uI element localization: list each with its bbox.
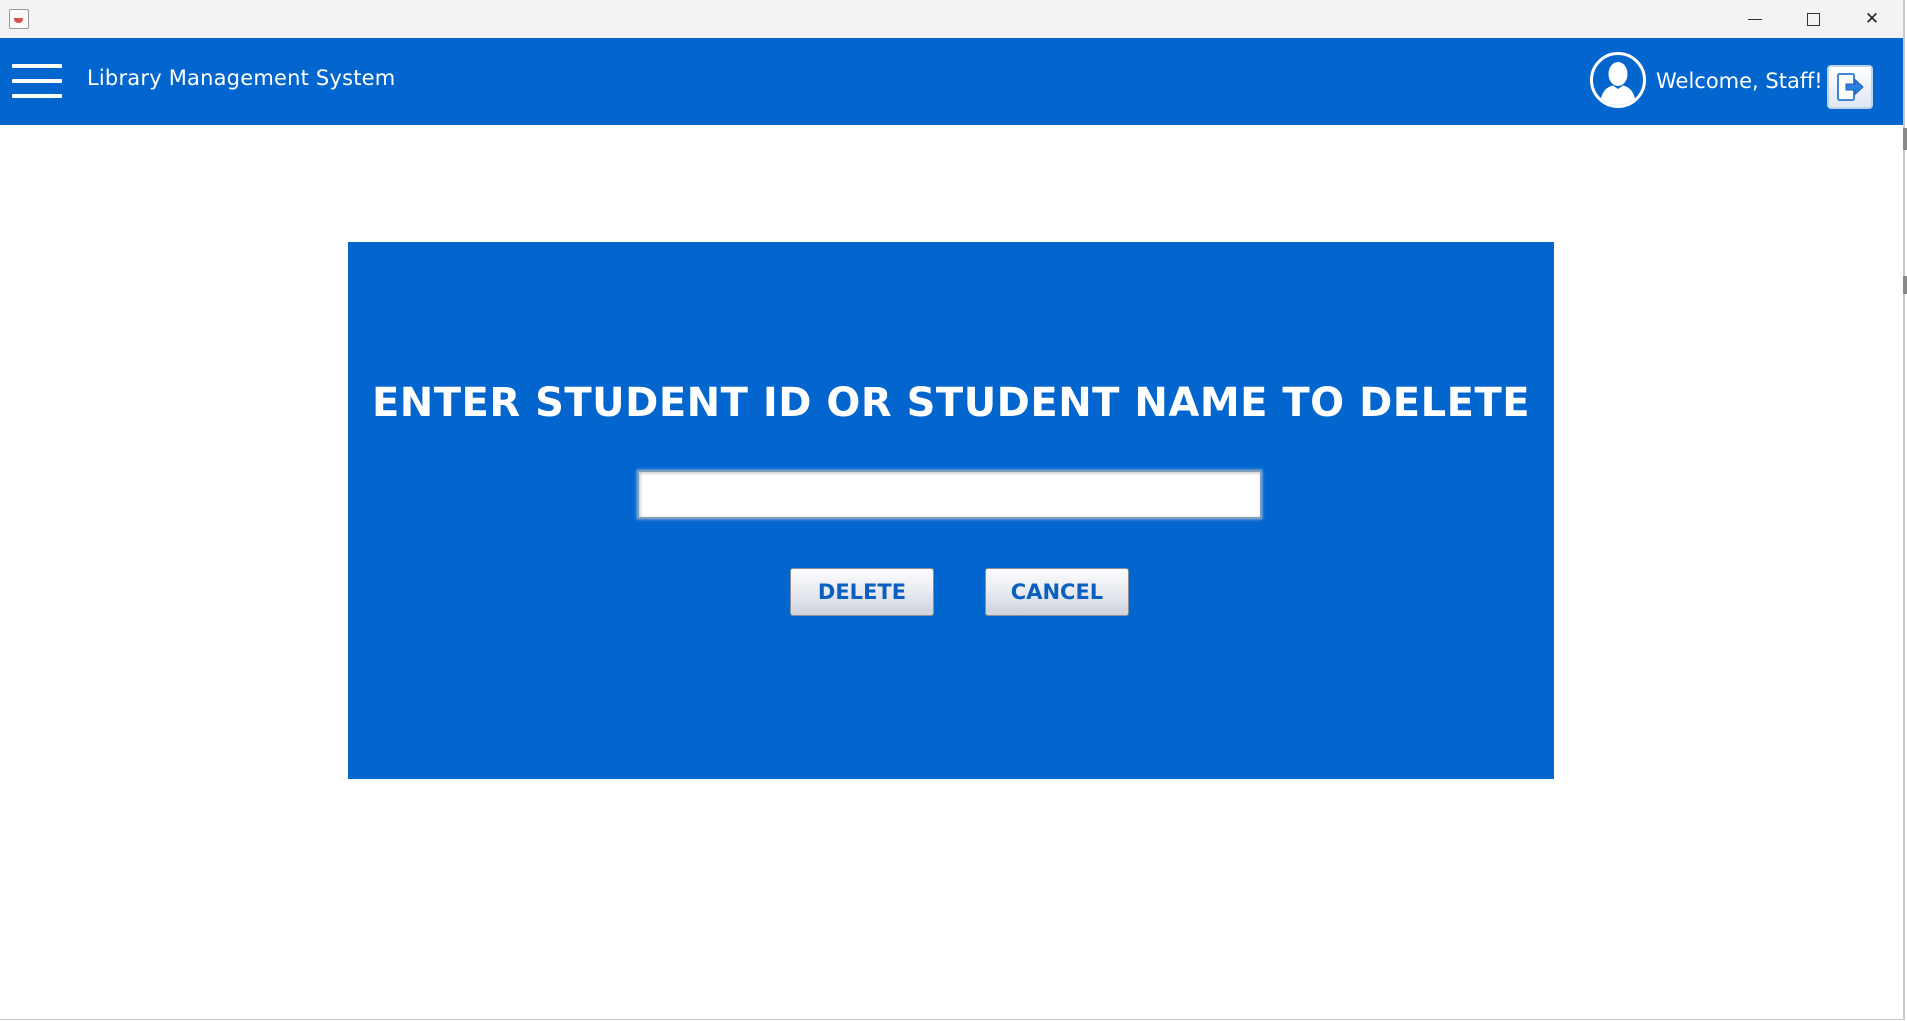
minimize-icon [1748, 18, 1762, 20]
delete-button[interactable]: DELETE [790, 568, 934, 616]
cancel-button[interactable]: CANCEL [985, 568, 1129, 616]
java-app-icon [9, 9, 29, 29]
logout-icon [1837, 73, 1864, 101]
panel-heading: ENTER STUDENT ID OR STUDENT NAME TO DELE… [371, 380, 1531, 426]
student-search-input[interactable] [637, 470, 1262, 519]
welcome-text: Welcome, Staff! [1656, 69, 1823, 93]
maximize-icon [1806, 12, 1820, 26]
minimize-button[interactable] [1726, 0, 1784, 38]
resize-edge-marker [1903, 276, 1907, 294]
close-icon: ✕ [1864, 9, 1880, 29]
user-avatar-icon [1590, 52, 1646, 108]
window-titlebar: ✕ [0, 0, 1903, 39]
resize-edge-marker [1903, 128, 1907, 150]
app-title: Library Management System [87, 66, 396, 90]
logout-button[interactable] [1827, 65, 1873, 109]
close-button[interactable]: ✕ [1843, 0, 1901, 38]
app-header: Library Management System Welcome, Staff… [0, 38, 1903, 125]
hamburger-menu-icon[interactable] [12, 64, 62, 100]
delete-student-panel: ENTER STUDENT ID OR STUDENT NAME TO DELE… [348, 242, 1554, 779]
app-window: ✕ Library Management System Welcome, Sta… [0, 0, 1905, 1020]
maximize-button[interactable] [1784, 0, 1842, 38]
